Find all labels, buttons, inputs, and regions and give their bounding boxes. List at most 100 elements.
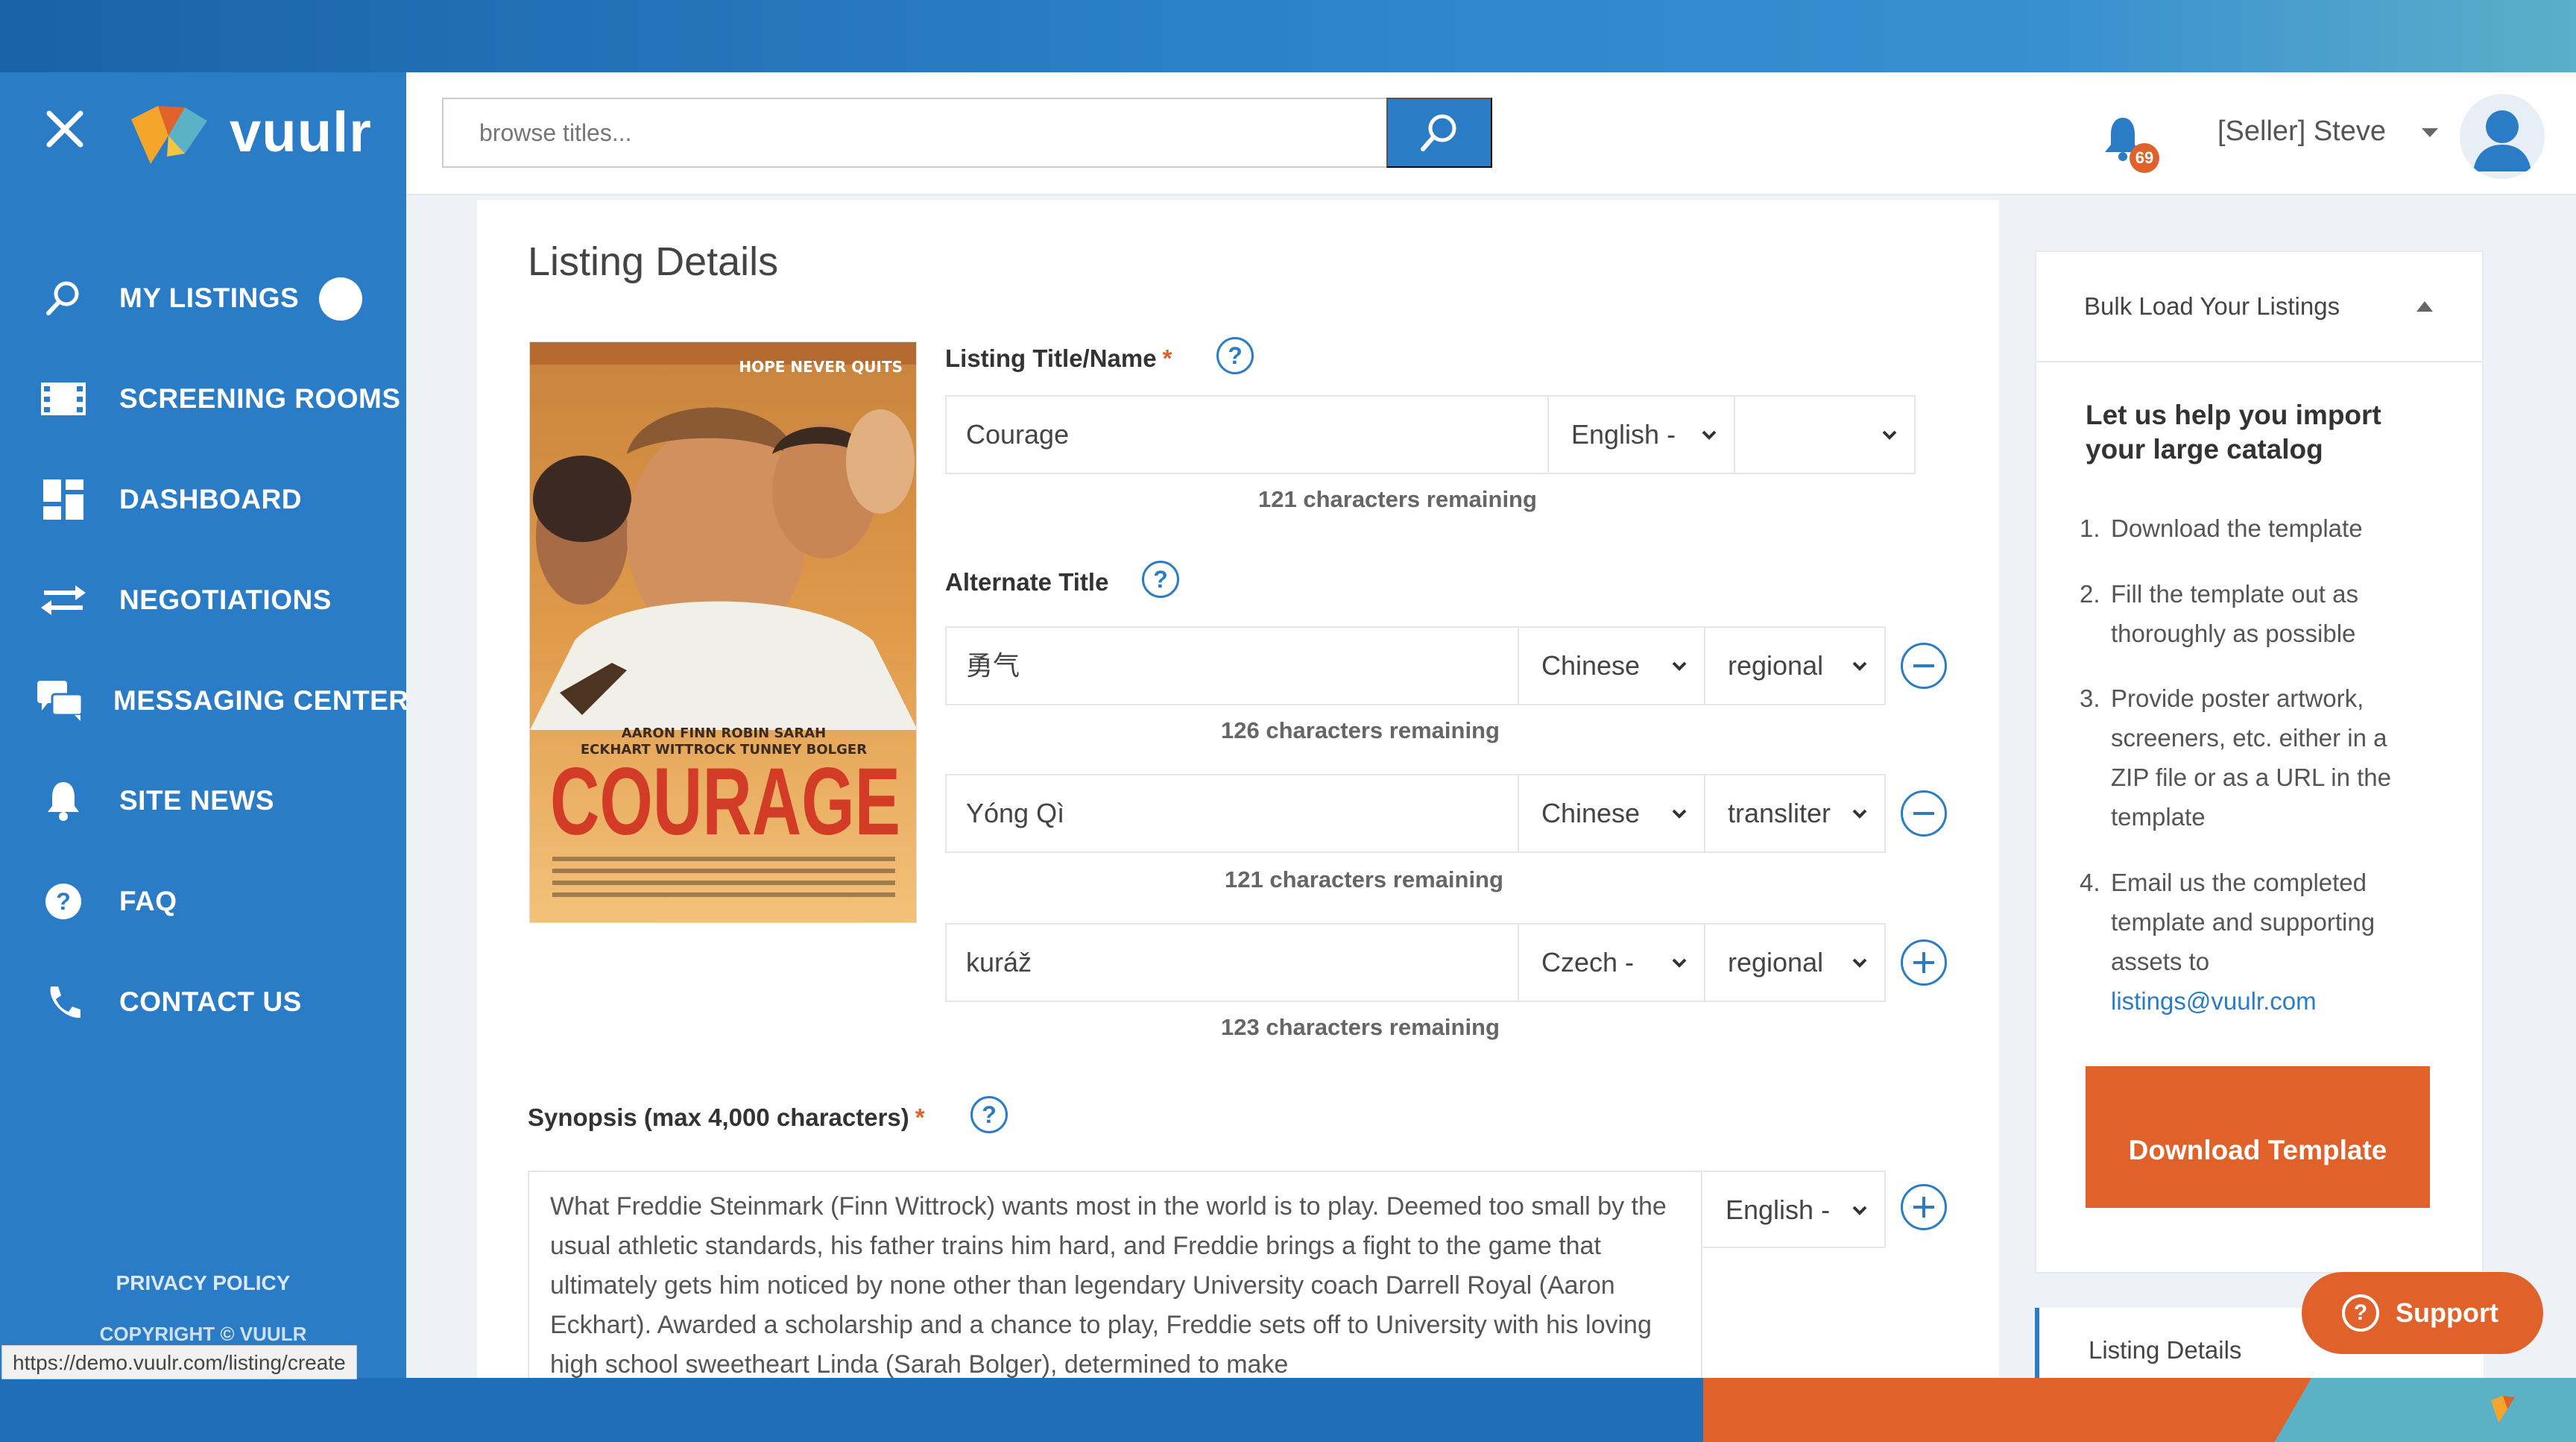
chevron-down-icon [1882,430,1897,440]
bulk-load-title: Bulk Load Your Listings [2084,292,2340,320]
alternate-title-language-select[interactable]: Chinese [1519,626,1705,705]
vuulr-logo-icon [131,105,207,164]
sidebar-item-label: SITE NEWS [119,785,275,816]
chevron-down-icon [1702,430,1717,440]
synopsis-text: What Freddie Steinmark (Finn Wittrock) w… [550,1192,1667,1378]
plus-icon [1913,1197,1934,1218]
sidebar-item-site-news[interactable]: SITE NEWS [37,771,402,831]
chevron-down-icon [1852,661,1867,671]
email-link[interactable]: listings@vuulr.com [2111,987,2317,1015]
sidebar-item-screening-rooms[interactable]: SCREENING ROOMS [37,369,402,429]
alternate-title-label: Alternate Title [945,568,1109,596]
synopsis-label: Synopsis (max 4,000 characters) * [528,1103,925,1131]
vuulr-mini-logo-icon [2491,1396,2522,1423]
film-icon [37,377,89,421]
poster-tagline: HOPE NEVER QUITS [739,358,903,376]
help-icon: ? [37,879,89,924]
list-item: 1. Download the template [2080,514,2363,542]
alternate-title-input[interactable]: kuráž [945,923,1519,1002]
bell-icon [37,778,89,823]
status-url-tooltip: https://demo.vuulr.com/listing/create [1,1345,357,1379]
panel-nav-label: Listing Details [2089,1336,2242,1364]
poster-image[interactable]: HOPE NEVER QUITS AARON FINN ROBIN SARAH … [529,341,917,923]
alternate-title-input[interactable]: 勇气 [945,626,1519,705]
listing-title-input[interactable]: Courage [945,395,1549,474]
list-item: 3. Provide poster artwork, screeners, et… [2080,684,2392,831]
list-item: 4. Email us the completed template and s… [2080,869,2375,1015]
chevron-down-icon [1852,809,1867,819]
add-alternate-title-button[interactable] [1901,939,1947,986]
support-button[interactable]: ? Support [2302,1272,2543,1354]
avatar[interactable] [2460,94,2545,179]
chevron-down-icon [1672,958,1687,968]
sidebar-item-label: NEGOTIATIONS [119,585,332,615]
privacy-policy-link[interactable]: PRIVACY POLICY [0,1271,406,1295]
character-count: 121 characters remaining [1225,866,1503,892]
character-count: 123 characters remaining [1221,1014,1500,1040]
sidebar-item-messaging-center[interactable]: MESSAGING CENTER [37,671,408,731]
chevron-down-icon [1672,661,1687,671]
arrows-icon [37,578,89,623]
copyright-text: COPYRIGHT © VUULR [99,1323,307,1345]
bulk-load-header[interactable]: Bulk Load Your Listings [2035,251,2484,362]
close-icon[interactable] [45,109,85,149]
minus-icon [1913,812,1934,815]
user-menu[interactable]: [Seller] Steve [2217,116,2386,148]
chevron-down-icon [1852,958,1867,968]
help-icon: ? [2342,1294,2379,1332]
page-title: Listing Details [528,239,779,284]
support-label: Support [2396,1297,2498,1328]
listing-title-label: Listing Title/Name * [945,344,1172,372]
alternate-title-type-select[interactable]: transliter [1705,774,1886,853]
svg-text:AARON FINN ROBIN SARAH: AARON FINN ROBIN SARAH [622,725,826,741]
download-template-button[interactable]: Download Template [2086,1066,2430,1208]
caret-down-icon[interactable] [2419,125,2441,140]
character-count: 126 characters remaining [1221,717,1500,743]
listing-title-variant-select[interactable] [1735,395,1916,474]
search-icon [37,276,89,321]
brand-name: vuulr [230,101,372,164]
poster-title: COURAGE [550,749,900,855]
sidebar-item-label: SCREENING ROOMS [119,383,401,414]
synopsis-language-select[interactable]: English - [1703,1171,1886,1248]
alternate-title-language-select[interactable]: Chinese [1519,774,1705,853]
help-icon[interactable]: ? [1216,337,1254,374]
sidebar-item-label: DASHBOARD [119,484,302,514]
sidebar-item-label: CONTACT US [119,986,302,1017]
help-icon[interactable]: ? [970,1096,1008,1133]
bottom-banner [0,1378,2576,1442]
sidebar-item-dashboard[interactable]: DASHBOARD [37,470,402,529]
top-banner [0,0,2576,72]
sidebar-item-contact-us[interactable]: CONTACT US [37,972,402,1032]
alternate-title-language-select[interactable]: Czech - [1519,923,1705,1002]
phone-icon [37,980,89,1024]
sidebar-item-label: MY LISTINGS [119,283,300,313]
notification-badge: 69 [2130,143,2159,173]
add-synopsis-button[interactable] [1901,1184,1947,1230]
chat-icon [37,679,83,723]
sidebar-item-label: FAQ [119,886,177,916]
synopsis-textarea[interactable]: What Freddie Steinmark (Finn Wittrock) w… [528,1171,1702,1378]
alternate-title-type-select[interactable]: regional [1705,626,1886,705]
chevron-down-icon [1852,1206,1867,1215]
search-button[interactable] [1386,98,1492,168]
svg-text:?: ? [56,888,71,915]
sidebar-item-label: MESSAGING CENTER [113,685,409,716]
minus-icon [1913,664,1934,667]
help-icon[interactable]: ? [1142,561,1179,598]
cursor-indicator [319,277,362,321]
dashboard-icon [37,477,89,522]
remove-alternate-title-button[interactable] [1901,643,1947,689]
sidebar-item-faq[interactable]: ? FAQ [37,872,402,931]
alternate-title-type-select[interactable]: regional [1705,923,1886,1002]
sidebar-item-negotiations[interactable]: NEGOTIATIONS [37,570,402,630]
character-count: 121 characters remaining [1258,486,1537,512]
bulk-load-heading: Let us help you import your large catalo… [2086,400,2381,465]
remove-alternate-title-button[interactable] [1901,790,1947,837]
listing-title-language-select[interactable]: English - [1549,395,1735,474]
search-input[interactable] [442,98,1387,168]
brand-logo[interactable]: vuulr [125,97,394,168]
search-icon [1421,114,1456,151]
caret-up-icon [2416,301,2433,312]
alternate-title-input[interactable]: Yóng Qì [945,774,1519,853]
